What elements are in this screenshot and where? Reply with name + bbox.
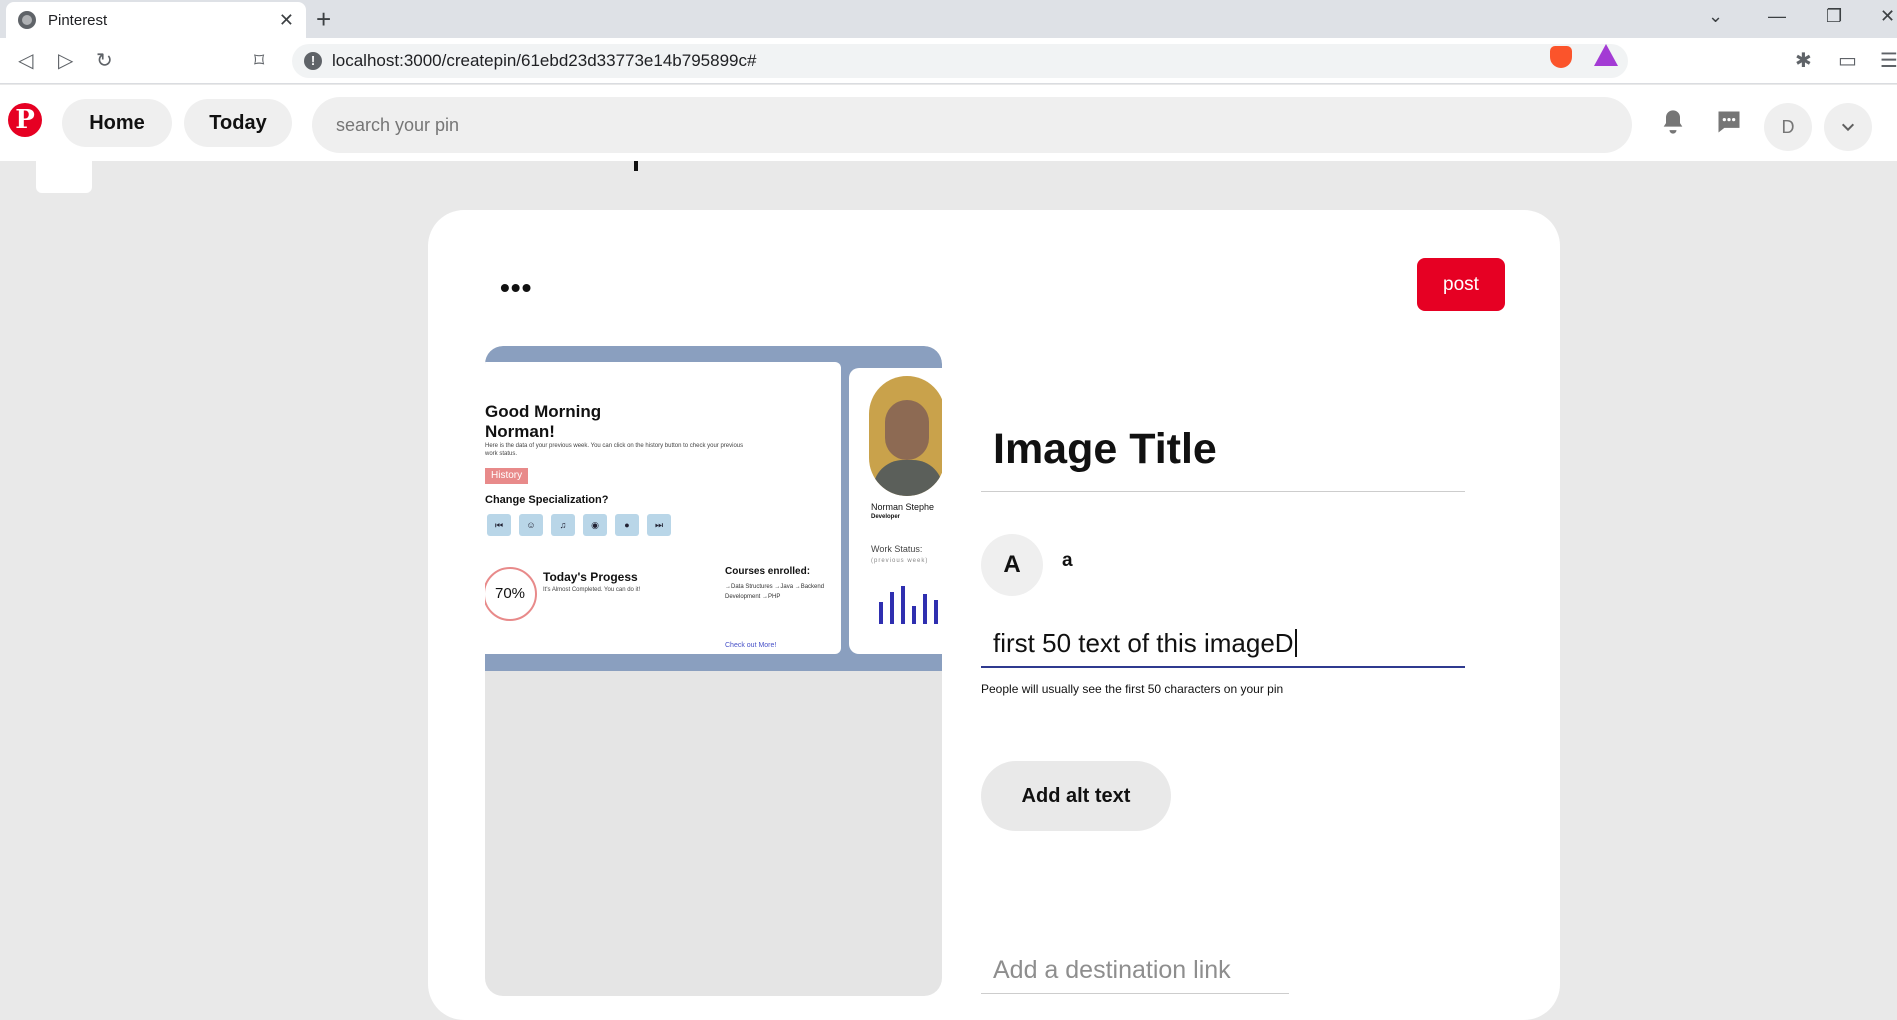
preview-progress-sub: It's Almost Completed. You can do it! xyxy=(543,587,641,593)
info-icon[interactable]: ! xyxy=(304,52,322,70)
tab-title: Pinterest xyxy=(48,11,108,29)
preview-subtext: Here is the data of your previous week. … xyxy=(485,443,744,457)
preview-check-more: Check out More! xyxy=(725,642,777,649)
create-pin-card: ••• post Good Morning Norman! Here is th… xyxy=(428,210,1560,1020)
bookmark-icon[interactable]: ⌑ xyxy=(254,48,264,73)
preview-specialization: Change Specialization? xyxy=(485,494,609,506)
browser-tab[interactable]: Pinterest ✕ xyxy=(6,2,306,38)
restore-icon[interactable]: ❐ xyxy=(1826,6,1842,27)
music-icon: ♫ xyxy=(551,514,575,536)
brave-rewards-icon[interactable] xyxy=(1594,44,1618,66)
address-bar[interactable]: ! localhost:3000/createpin/61ebd23d33773… xyxy=(292,44,1628,78)
tab-search-icon[interactable]: ⌄ xyxy=(1708,6,1723,27)
text-cursor-mark xyxy=(634,161,638,171)
add-alt-text-button[interactable]: Add alt text xyxy=(981,761,1171,831)
preview-icon-row: ⏮ ☺ ♫ ◉ ● ⏭ xyxy=(487,514,671,536)
pin-description-input[interactable]: first 50 text of this imageD xyxy=(981,620,1465,668)
home-button[interactable]: Home xyxy=(62,99,172,147)
preview-person-role: Developer xyxy=(871,514,901,520)
preview-bar-chart xyxy=(879,584,938,624)
profile-avatar[interactable]: D xyxy=(1764,103,1812,151)
back-icon[interactable]: ◁ xyxy=(18,48,33,73)
background-panel xyxy=(36,161,92,193)
reload-icon[interactable]: ↻ xyxy=(96,48,113,73)
play-icon: ◉ xyxy=(583,514,607,536)
preview-bar xyxy=(879,602,883,624)
today-button[interactable]: Today xyxy=(184,99,292,147)
pinterest-logo-icon[interactable]: P xyxy=(8,103,42,137)
preview-bar xyxy=(923,594,927,624)
window-close-icon[interactable]: ✕ xyxy=(1880,6,1895,27)
preview-bar xyxy=(901,586,905,624)
menu-icon[interactable]: ☰ xyxy=(1880,48,1897,73)
app-header: P Home Today search your pin D xyxy=(0,85,1897,161)
preview-work-sub: (previous week) xyxy=(871,558,929,564)
pin-title-input[interactable]: Image Title xyxy=(981,408,1465,492)
next-icon: ⏭ xyxy=(647,514,671,536)
search-input[interactable]: search your pin xyxy=(312,97,1632,153)
browser-toolbar: ◁ ▷ ↻ ⌑ ! localhost:3000/createpin/61ebd… xyxy=(0,38,1897,84)
user-name: a xyxy=(1062,550,1073,571)
close-icon[interactable]: ✕ xyxy=(279,10,294,31)
wallet-icon[interactable]: ▭ xyxy=(1838,48,1857,73)
preview-greeting: Good Morning Norman! xyxy=(485,402,602,441)
preview-courses-list: →Data Structures →Java →Backend Developm… xyxy=(725,584,825,600)
preview-dashboard-card: Good Morning Norman! Here is the data of… xyxy=(485,362,841,654)
new-tab-icon[interactable]: + xyxy=(316,4,331,35)
preview-progress-ring: 70% xyxy=(485,567,537,621)
image-upload-panel[interactable]: Good Morning Norman! Here is the data of… xyxy=(485,346,942,996)
text-caret xyxy=(1294,629,1297,657)
uploaded-image-preview: Good Morning Norman! Here is the data of… xyxy=(485,346,942,671)
destination-link-input[interactable]: Add a destination link xyxy=(981,948,1289,994)
preview-work-status: Work Status: xyxy=(871,544,923,554)
description-help-text: People will usually see the first 50 cha… xyxy=(981,682,1284,696)
extensions-icon[interactable]: ✱ xyxy=(1795,48,1812,73)
previous-icon: ⏮ xyxy=(487,514,511,536)
preview-progress-title: Today's Progess xyxy=(543,570,638,584)
more-options-icon[interactable]: ••• xyxy=(500,272,532,304)
preview-person-photo xyxy=(869,376,942,496)
drop-icon: ● xyxy=(615,514,639,536)
brave-shield-icon[interactable] xyxy=(1550,46,1572,68)
bell-icon[interactable] xyxy=(1656,105,1690,139)
preview-history-badge: History xyxy=(485,468,529,484)
design-icon: ☺ xyxy=(519,514,543,536)
preview-courses-title: Courses enrolled: xyxy=(725,566,811,577)
chat-icon[interactable] xyxy=(1712,105,1746,139)
preview-person-name: Norman Stephe xyxy=(871,502,935,512)
post-button[interactable]: post xyxy=(1417,258,1505,311)
preview-profile-card: Norman Stephe Developer Work Status: (pr… xyxy=(849,368,942,654)
preview-bar xyxy=(890,592,894,624)
chevron-down-icon[interactable] xyxy=(1824,103,1872,151)
forward-icon[interactable]: ▷ xyxy=(58,48,73,73)
user-avatar: A xyxy=(981,534,1043,596)
globe-icon xyxy=(18,11,36,29)
description-text: first 50 text of this imageD xyxy=(993,627,1294,658)
minimize-icon[interactable]: — xyxy=(1768,6,1786,27)
browser-tab-strip: Pinterest ✕ + ⌄ — ❐ ✕ xyxy=(0,0,1897,38)
preview-bar xyxy=(912,606,916,624)
preview-bar xyxy=(934,600,938,624)
url-text: localhost:3000/createpin/61ebd23d33773e1… xyxy=(332,51,757,70)
